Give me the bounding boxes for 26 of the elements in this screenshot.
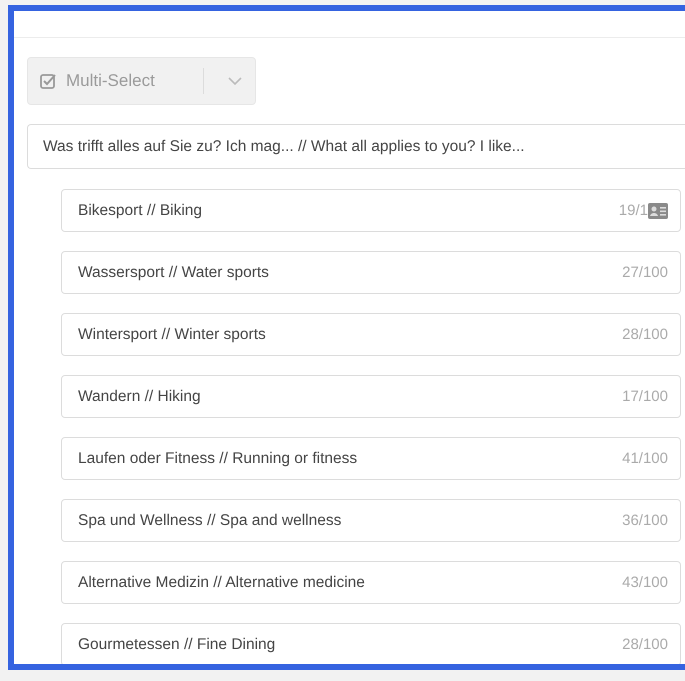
option-label: Laufen oder Fitness // Running or fitness [78, 450, 358, 468]
option-count: 27/100 [622, 264, 668, 281]
option-label: Wintersport // Winter sports [78, 326, 266, 344]
answer-option[interactable]: Wintersport // Winter sports 28/100 [61, 313, 681, 356]
option-label: Wandern // Hiking [78, 388, 201, 406]
answer-option[interactable]: Spa und Wellness // Spa and wellness 36/100 [61, 499, 681, 542]
option-count: 28/100 [622, 326, 668, 343]
option-count: 28/100 [622, 636, 668, 653]
option-label: Bikesport // Biking [78, 202, 202, 220]
option-count: 19/1 [618, 202, 648, 219]
option-label: Wassersport // Water sports [78, 264, 269, 282]
question-field[interactable]: Was trifft alles auf Sie zu? Ich mag... // What all applies to you? I like... [27, 124, 685, 169]
answer-option[interactable]: Wandern // Hiking 17/100 [61, 375, 681, 418]
option-label: Alternative Medizin // Alternative medicine [78, 574, 365, 592]
option-label: Spa und Wellness // Spa and wellness [78, 512, 342, 530]
option-count: 17/100 [622, 388, 668, 405]
option-count: 43/100 [622, 574, 668, 591]
answer-option[interactable]: Wassersport // Water sports 27/100 [61, 251, 681, 294]
option-count: 41/100 [622, 450, 668, 467]
answer-option[interactable]: Gourmetessen // Fine Dining 28/100 [61, 623, 681, 664]
chevron-down-icon [227, 76, 243, 86]
option-label: Gourmetessen // Fine Dining [78, 636, 276, 654]
answer-option[interactable]: Alternative Medizin // Alternative medicine 43/100 [61, 561, 681, 604]
option-count: 36/100 [622, 512, 668, 529]
answer-option[interactable]: Bikesport // Biking 19/1 [61, 189, 681, 232]
answer-option[interactable]: Laufen oder Fitness // Running or fitness 41/100 [61, 437, 681, 480]
